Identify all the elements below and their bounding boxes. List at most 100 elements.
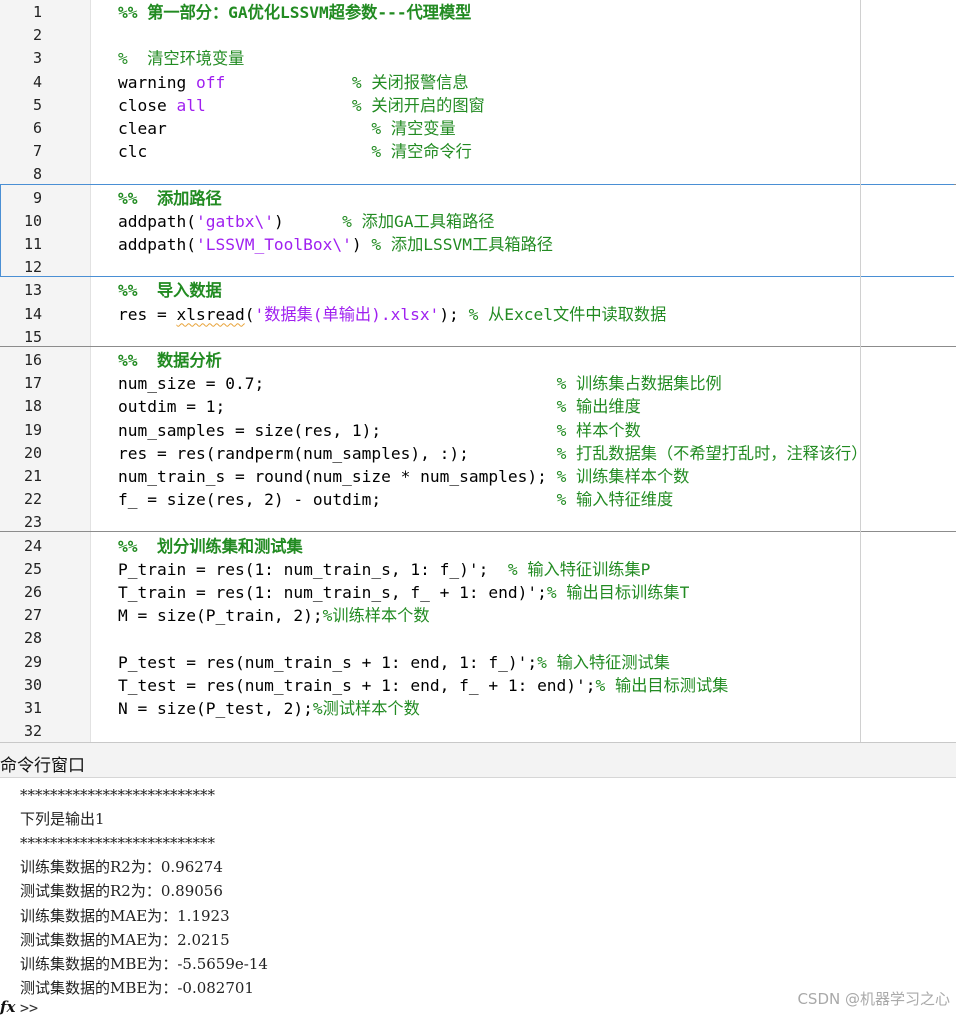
code-text[interactable]: P_train = res(1: num_train_s, 1: f_)'; %… [118,558,650,581]
code-token: % 从Excel文件中读取数据 [468,304,667,324]
code-line[interactable]: 24 %% 划分训练集和测试集 [0,535,956,558]
code-line[interactable]: 3 % 清空环境变量 [0,47,956,70]
output-line: ************************** [20,786,215,804]
code-line[interactable]: 31 N = size(P_test, 2);%测试样本个数 [0,697,956,720]
line-number: 6 [32,119,42,137]
code-token: off [195,72,226,92]
code-line[interactable]: 2 [0,24,956,47]
code-text[interactable]: T_test = res(num_train_s + 1: end, f_ + … [118,674,728,697]
command-window[interactable]: ************************** 下列是输出1 ********… [0,778,956,1017]
code-token: num_size = 0.7; [118,374,557,394]
line-number: 4 [32,72,42,91]
code-line[interactable]: 6 clear % 清空变量 [0,117,956,140]
code-text[interactable]: P_test = res(num_train_s + 1: end, 1: f_… [118,651,670,674]
command-window-titlebar[interactable]: 命令行窗口 [0,742,956,778]
code-token: % 训练集样本个数 [556,467,690,486]
code-line[interactable]: 1 %% 第一部分：GA优化LSSVM超参数---代理模型 [0,1,956,24]
code-text[interactable]: M = size(P_train, 2);%训练样本个数 [118,604,430,627]
code-text[interactable]: T_train = res(1: num_train_s, f_ + 1: en… [118,581,689,604]
code-token: clear [118,119,372,138]
code-text[interactable]: num_size = 0.7; % 训练集占数据集比例 [118,372,722,395]
line-number: 24 [23,536,42,555]
line-number: 5 [32,95,42,114]
code-text[interactable]: res = res(randperm(num_samples), :); % 打… [118,442,867,465]
code-token: %测试样本个数 [312,699,420,718]
code-text[interactable]: clear % 清空变量 [118,117,456,140]
code-text[interactable]: outdim = 1; % 输出维度 [118,395,641,418]
code-text[interactable]: %% 导入数据 [118,279,222,302]
code-token: % 训练集占数据集比例 [556,374,722,394]
code-text[interactable]: res = xlsread('数据集(单输出).xlsx'); % 从Excel… [118,303,666,326]
code-line[interactable]: 28 [0,627,956,650]
code-line[interactable]: 30 T_test = res(num_train_s + 1: end, f_ … [0,674,956,697]
code-token: % 清空变量 [371,119,456,138]
code-line[interactable]: 26 T_train = res(1: num_train_s, f_ + 1: … [0,581,956,604]
code-token: res = [118,304,177,324]
code-line[interactable]: 32 [0,720,956,742]
code-line[interactable]: 16 %% 数据分析 [0,349,956,372]
code-line[interactable]: 17 num_size = 0.7; % 训练集占数据集比例 [0,372,956,395]
code-token: %% 第一部分：GA优化LSSVM超参数---代理模型 [118,3,472,22]
code-line[interactable]: 7 clc % 清空命令行 [0,140,956,163]
code-line[interactable]: 20 res = res(randperm(num_samples), :); %… [0,442,956,465]
code-token: res = res(randperm(num_samples), :); [118,443,557,463]
code-editor[interactable]: 1 %% 第一部分：GA优化LSSVM超参数---代理模型 2 3 % 清空环境变量 4 w… [0,0,956,742]
code-token: % 清空命令行 [371,142,472,162]
code-token: %% 划分训练集和测试集 [118,536,303,556]
code-line[interactable]: 25 P_train = res(1: num_train_s, 1: f_)';… [0,558,956,581]
code-text[interactable]: warning off % 关闭报警信息 [118,71,469,94]
code-text[interactable]: num_train_s = round(num_size * num_sampl… [118,465,689,488]
code-line[interactable]: 29 P_test = res(num_train_s + 1: end, 1: … [0,651,956,674]
code-token: f_ = size(res, 2) - outdim; [118,490,557,510]
output-line: 下列是输出1 [20,810,105,829]
line-number: 1 [32,3,42,21]
code-token: %% 导入数据 [118,281,222,301]
output-line: 训练集数据的MBE为：-5.5659e-14 [20,954,268,973]
code-token: num_train_s = round(num_size * num_sampl… [118,467,557,486]
code-line[interactable]: 18 outdim = 1; % 输出维度 [0,395,956,418]
line-number: 32 [23,722,42,741]
code-text[interactable]: N = size(P_test, 2);%测试样本个数 [118,697,420,720]
code-token: % 输入特征维度 [556,490,674,510]
line-number: 26 [23,583,42,601]
line-number: 21 [23,467,42,485]
cell-divider [0,346,956,347]
code-text[interactable]: num_samples = size(res, 1); % 样本个数 [118,419,641,442]
line-number: 8 [32,165,42,184]
line-number: 16 [23,351,42,369]
code-line[interactable]: 21 num_train_s = round(num_size * num_sam… [0,465,956,488]
command-prompt[interactable]: >> [20,999,38,1017]
code-line[interactable]: 27 M = size(P_train, 2);%训练样本个数 [0,604,956,627]
code-text[interactable]: f_ = size(res, 2) - outdim; % 输入特征维度 [118,488,673,511]
code-line[interactable]: 19 num_samples = size(res, 1); % 样本个数 [0,419,956,442]
code-token: outdim = 1; [118,397,557,417]
code-text[interactable]: clc % 清空命令行 [118,140,472,163]
code-token: % 打乱数据集（不希望打乱时，注释该行） [556,443,868,463]
code-line[interactable]: 4 warning off % 关闭报警信息 [0,71,956,94]
line-number: 29 [23,652,42,671]
code-token: T_train = res(1: num_train_s, f_ + 1: en… [118,583,547,602]
code-token: %% 数据分析 [118,351,222,370]
code-line[interactable]: 14 res = xlsread('数据集(单输出).xlsx'); % 从Exc… [0,303,956,326]
code-text[interactable]: %% 第一部分：GA优化LSSVM超参数---代理模型 [118,1,471,24]
code-text[interactable]: %% 划分训练集和测试集 [118,535,303,558]
code-line[interactable]: 5 close all % 关闭开启的图窗 [0,94,956,117]
code-line[interactable]: 8 [0,163,956,186]
fx-icon[interactable]: fx [0,998,15,1016]
code-token: % 清空环境变量 [118,49,245,69]
code-text[interactable]: close all % 关闭开启的图窗 [118,94,485,117]
line-number: 22 [23,490,42,509]
code-token: %训练样本个数 [322,606,430,626]
code-text[interactable]: % 清空环境变量 [118,47,244,70]
line-number: 7 [32,142,42,161]
code-text[interactable]: %% 数据分析 [118,349,222,372]
code-token: % 关闭开启的图窗 [351,95,485,115]
output-line: 训练集数据的MAE为：1.1923 [20,906,230,925]
code-line[interactable]: 22 f_ = size(res, 2) - outdim; % 输入特征维度 [0,488,956,511]
code-token: ); [439,304,469,324]
line-number: 20 [23,443,42,462]
code-line[interactable]: 13 %% 导入数据 [0,279,956,302]
code-token: xlsread [176,304,245,324]
